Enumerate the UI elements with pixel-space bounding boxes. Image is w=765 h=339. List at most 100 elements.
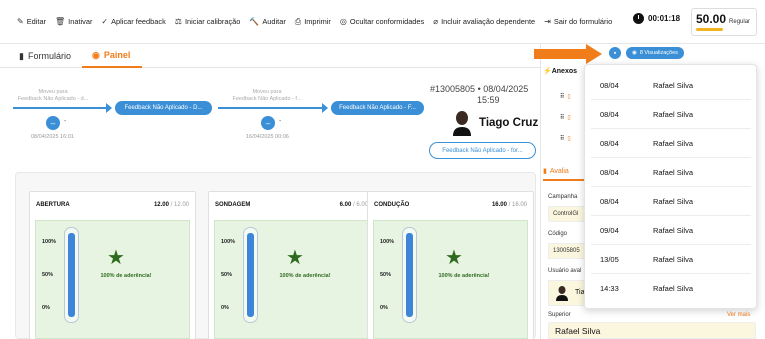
agent-name: Tiago Cruz [479,117,539,129]
timeline-caption: Moveu para Feedback Não Aplicado - f... [232,89,302,102]
status-badge[interactable]: Feedback Não Aplicado - for... [429,142,536,159]
timeline-dot: – [261,116,275,130]
timeline-connector [13,103,112,113]
viewer-date: 08/04 [600,167,619,177]
card-score: 6.00 [339,202,352,208]
form-timer: 00:01:18 [633,13,680,24]
clock-icon [633,13,644,24]
audit-button[interactable]: 🔨 Auditar [249,17,285,26]
adherence-text: 100% de aderência! [279,273,331,279]
deactivate-button[interactable]: 🗑 Inativar [55,17,92,26]
progress-tube [402,227,417,323]
printer-icon: ⎙ [294,16,302,26]
campaign-field[interactable]: ControlGl [548,206,588,222]
tab-formulario[interactable]: ▮ Formulário [19,44,71,68]
viewer-row: 08/04 Rafael Silva [591,129,751,158]
level-label: 50% [221,272,233,278]
score-box: 50.00 Regular [691,8,757,36]
tab-bar: ▮ Formulário ◉ Painel [0,44,540,68]
card-score: 12.00 [153,202,169,208]
timeline-date: 16/04/2025 00:06 [246,134,289,140]
start-calibration-button[interactable]: ⚖ Iniciar calibração [175,17,241,26]
code-label: Código [548,231,568,237]
viewer-date: 13/05 [600,254,619,264]
progress-tube [64,227,79,323]
chat-icon[interactable]: ▪ [609,47,621,59]
score-cards: ABERTURA 12.00 / 12.00 100% 50% 0% ★ 100%… [15,172,536,339]
progress-tube [243,227,258,323]
views-popover: 08/04 Rafael Silva 08/04 Rafael Silva 08/0… [584,64,757,309]
edit-button[interactable]: ✎ Editar [17,17,46,26]
tab-painel[interactable]: ◉ Painel [82,44,143,68]
star-icon: ★ [445,247,463,269]
level-label: 0% [42,305,50,311]
avatar [556,286,568,301]
exit-form-button[interactable]: ⇥ Sair do formulário [544,17,612,26]
avatar [453,111,471,136]
viewer-row: 09/04 Rafael Silva [591,216,751,245]
see-more-link[interactable]: Ver mais [727,312,750,318]
level-label: 100% [42,239,57,245]
scale-icon: ⚖ [174,17,182,26]
eye-icon: ◉ [632,50,637,56]
level-label: 50% [380,272,392,278]
card-total: 16.00 [511,202,527,208]
score-label: Regular [729,19,751,25]
timeline-node[interactable]: Feedback Não Aplicado - D... [115,101,212,115]
viewer-name: Rafael Silva [653,109,694,119]
supervisor-field[interactable]: Rafael Silva [548,322,756,339]
card-title: ABERTURA [36,202,70,208]
attachments-heading: ⚡Anexos [543,68,578,75]
card-score: 16.00 [491,202,507,208]
viewer-name: Rafael Silva [653,284,694,293]
adherence-text: 100% de aderência! [100,273,152,279]
drag-handle-icon[interactable]: ⠿ [560,135,564,142]
viewer-name: Rafael Silva [653,167,694,177]
level-label: 100% [221,239,236,245]
card-total: 12.00 [173,202,189,208]
score-card: ABERTURA 12.00 / 12.00 100% 50% 0% ★ 100%… [29,191,196,339]
file-icon: ▯ [567,135,571,142]
level-label: 50% [42,272,54,278]
viewer-date: 08/04 [600,138,619,148]
viewer-date: 09/04 [600,225,619,235]
card-body: 100% 50% 0% ★ 100% de aderência! [35,220,190,339]
check-icon: ✓ [101,17,109,26]
drag-handle-icon[interactable]: ⠿ [560,93,564,100]
viewer-row: 08/04 Rafael Silva [591,71,751,100]
viewer-name: Rafael Silva [653,80,694,90]
edit-icon: ✎ [17,17,24,26]
viewer-date: 08/04 [600,80,619,90]
include-dependent-button[interactable]: ⌀ Incluir avaliação dependente [433,17,535,26]
trash-icon: 🗑 [55,17,66,26]
print-button[interactable]: ⎙ Imprimir [295,17,331,27]
card-title: CONDUÇÃO [374,202,410,208]
card-title: SONDAGEM [215,202,251,208]
document-icon: ▮ [543,168,547,175]
supervisor-label: Superior [548,312,571,318]
viewer-row: 08/04 Rafael Silva [591,158,751,187]
viewer-name: Rafael Silva [653,196,694,206]
timeline-node[interactable]: Feedback Não Aplicado - F... [331,101,424,115]
logout-icon: ⇥ [544,17,551,26]
viewer-date: 08/04 [600,196,619,206]
timeline-date: 08/04/2025 16:01 [31,134,74,140]
level-label: 0% [380,305,388,311]
eye-off-icon: ◎ [339,17,347,26]
star-icon: ★ [286,247,304,269]
adherence-text: 100% de aderência! [438,273,490,279]
views-button[interactable]: ◉ 8 Visualizações [626,47,684,59]
viewer-row: 08/04 Rafael Silva [591,100,751,129]
viewer-row: 13/05 Rafael Silva [591,245,751,274]
hide-conformities-button[interactable]: ◎ Ocultar conformidades [340,17,424,26]
code-field[interactable]: 13005805 [548,243,588,259]
user-label: Usuário aval [548,268,582,274]
star-icon: ★ [107,247,125,269]
arrow-indicator-icon [534,44,602,64]
bolt-icon: ⚡ [543,68,552,75]
drag-handle-icon[interactable]: ⠿ [560,114,564,121]
card-body: 100% 50% 0% ★ 100% de aderência! [214,220,369,339]
apply-feedback-button[interactable]: ✓ Aplicar feedback [101,17,165,26]
ticket-date: 08/04/2025 [483,84,529,94]
tab-avaliacao[interactable]: ▮ Avalia [543,163,588,181]
